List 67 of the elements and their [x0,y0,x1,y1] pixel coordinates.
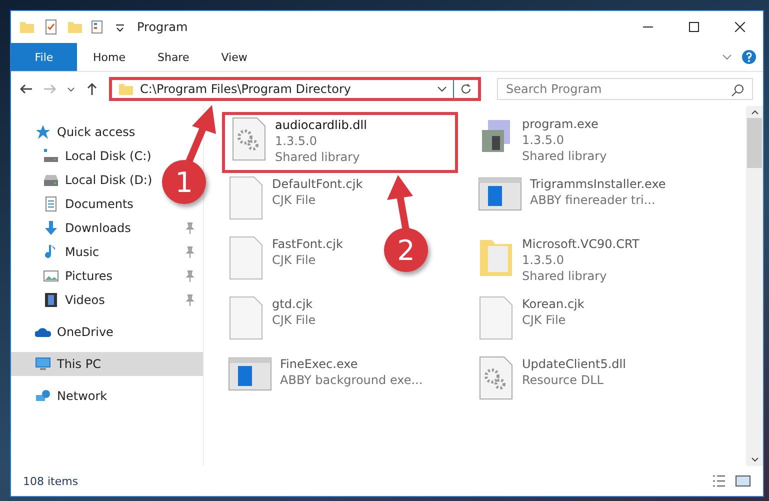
sidebar-item[interactable]: This PC [11,352,203,376]
network-icon [35,388,51,404]
file-item[interactable]: program.exe 1.3.5.0 Shared library [472,112,613,168]
drive-icon [43,172,59,188]
close-icon [735,22,745,32]
settings-file-icon [231,117,267,161]
search-icon [731,83,745,97]
search-field[interactable]: Search Program [497,78,753,100]
folder-icon [19,19,35,35]
maximize-icon [689,22,699,32]
scrollbar-thumb[interactable] [747,118,762,168]
file-item[interactable]: UpdateClient5.dll Resource DLL [472,352,632,404]
details-view-icon [711,473,727,489]
file-item[interactable]: gtd.cjk CJK File [222,292,322,344]
window-title: Program [137,20,188,34]
download-icon [43,220,59,236]
ribbon-tab[interactable]: Home [77,43,142,71]
application-window-icon [478,176,522,212]
monitor-icon [35,356,51,372]
pin-icon [185,270,195,282]
blank-file-icon [228,236,264,280]
forward-icon [43,82,57,96]
pin-icon [185,294,195,306]
blank-file-icon [478,296,514,340]
blank-file-icon [228,296,264,340]
document-icon [43,196,59,212]
refresh-icon [460,83,472,95]
scrollbar[interactable] [746,106,763,466]
file-item[interactable]: audiocardlib.dll 1.3.5.0 Shared library [222,112,458,173]
sidebar-item[interactable]: OneDrive [11,320,122,344]
sidebar-item[interactable]: Local Disk (C:) [11,144,160,168]
pin-icon [185,246,195,258]
up-arrow-icon [85,82,99,96]
pictures-icon [43,268,59,284]
sidebar-item[interactable]: Network [11,384,116,408]
sidebar-item[interactable]: Quick access [11,120,144,144]
application-window-icon [228,356,272,392]
file-item[interactable]: Korean.cjk CJK File [472,292,590,344]
file-item[interactable]: FineExec.exe ABBY background exe... [222,352,429,396]
film-icon [43,292,59,308]
address-bar[interactable]: C:\Program Files\Program Directory [109,77,481,101]
ribbon-tab[interactable]: Share [141,43,206,71]
blank-file-icon [228,176,264,220]
ribbon-tab[interactable]: File [11,43,77,71]
item-count: 108 items [23,474,78,488]
star-icon [35,124,51,140]
file-item[interactable]: TrigrammsInstaller.exe ABBY finereader tri... [472,172,672,216]
ribbon-tab[interactable]: View [205,43,264,71]
sidebar-item[interactable]: Music [11,240,203,264]
help-icon [741,49,757,65]
sidebar-item[interactable]: Pictures [11,264,203,288]
chevron-down-icon [437,84,447,94]
sidebar-item[interactable]: Local Disk (D:) [11,168,160,192]
checklist-icon [43,19,59,35]
file-item[interactable]: DefaultFont.cjk CJK File [222,172,369,224]
pin-icon [185,222,195,234]
large-icons-view-icon [735,473,751,489]
back-icon [19,82,33,96]
sidebar-item[interactable]: Documents [11,192,142,216]
drive-icon [43,148,59,164]
settings-file-icon [478,356,514,400]
folder-icon [118,81,134,97]
sidebar-item[interactable]: Downloads [11,216,203,240]
folder-icon [67,19,83,35]
file-item[interactable]: Microsoft.VC90.CRT 1.3.5.0 Shared library [472,232,646,288]
file-item[interactable]: FastFont.cjk CJK File [222,232,349,284]
sidebar-item[interactable]: Videos [11,288,203,312]
